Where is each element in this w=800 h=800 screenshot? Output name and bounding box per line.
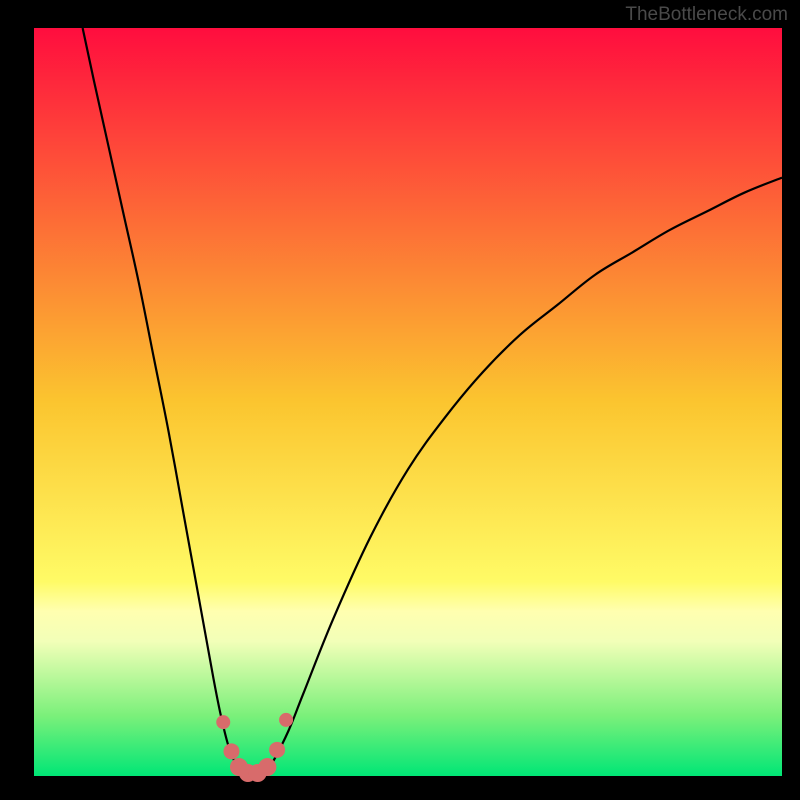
watermark-text: TheBottleneck.com [625,4,788,26]
marker-dot [269,742,285,758]
marker-dot [279,713,293,727]
marker-dot [258,758,276,776]
marker-dot [216,715,230,729]
chart-svg [0,0,800,800]
plot-background [34,28,782,776]
marker-dot [223,743,239,759]
chart-container: { "watermark": "TheBottleneck.com", "cha… [0,0,800,800]
